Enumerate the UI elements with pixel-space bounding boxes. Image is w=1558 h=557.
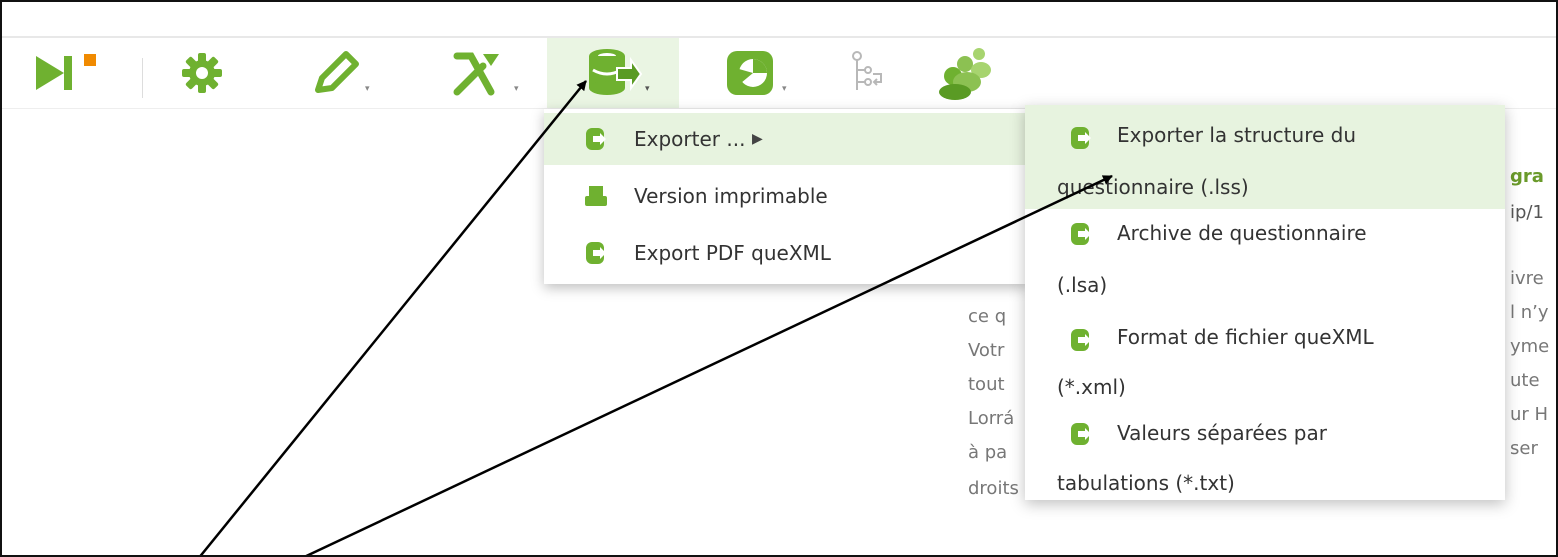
chevron-down-icon: ▾ — [645, 84, 650, 94]
menu-item-version-imprimable[interactable]: Version imprimable — [544, 170, 1028, 222]
page-heading-fragment: gra — [1510, 166, 1544, 187]
database-export-icon — [1071, 127, 1091, 149]
page-text-line: Lorrá — [968, 408, 1015, 429]
chevron-down-icon: ▾ — [514, 84, 519, 94]
database-export-icon — [1071, 223, 1091, 245]
submenu-item-archive-lsa[interactable]: Archive de questionnaire (.lsa) — [1025, 209, 1505, 305]
submenu-item-export-structure-lss[interactable]: Exporter la structure du questionnaire (… — [1025, 105, 1505, 209]
page-text-fragment: l n’y — [1510, 302, 1549, 323]
tools-icon — [453, 52, 499, 96]
submenu-arrow-icon: ▶ — [752, 131, 763, 147]
submenu-item-label: tabulations (*.txt) — [1057, 471, 1235, 495]
annotation-arrow — [199, 80, 587, 555]
preview-survey-button[interactable] — [24, 38, 124, 108]
edit-button[interactable]: ▾ — [287, 38, 387, 108]
submenu-item-tab-separated-values[interactable]: Valeurs séparées par tabulations (*.txt) — [1025, 409, 1505, 500]
gear-icon — [182, 53, 222, 93]
printer-icon — [585, 186, 607, 206]
toolbar-separator — [142, 58, 143, 98]
database-export-icon — [586, 128, 606, 150]
submenu-item-quexml-format[interactable]: Format de fichier queXML (*.xml) — [1025, 309, 1505, 405]
submenu-item-label: questionnaire (.lss) — [1057, 175, 1249, 199]
submenu-item-label: Format de fichier queXML — [1117, 325, 1374, 349]
chart-icon — [727, 51, 773, 95]
menu-item-label: Export PDF queXML — [634, 241, 831, 265]
chevron-down-icon: ▾ — [782, 84, 787, 94]
submenu-item-label: (*.xml) — [1057, 375, 1126, 399]
settings-button[interactable] — [167, 38, 237, 108]
page-text-fragment: ip/1 — [1510, 202, 1544, 223]
page-text-line: à pa — [968, 442, 1008, 463]
submenu-item-label: Valeurs séparées par — [1117, 421, 1327, 445]
page-text-fragment: ser — [1510, 438, 1538, 459]
participants-button[interactable] — [922, 38, 1012, 108]
page-text-line: tout — [968, 374, 1005, 395]
page-text-line: ce q — [968, 306, 1007, 327]
page-text-fragment: ivre — [1510, 268, 1544, 289]
page-text-line: Votr — [968, 340, 1005, 361]
pencil-icon — [315, 51, 359, 93]
people-icon — [939, 48, 991, 100]
database-export-icon — [586, 242, 606, 264]
display-export-menu: Exporter ... ▶ Version imprimable Export… — [544, 109, 1028, 284]
tree-icon — [852, 51, 882, 90]
menu-item-label: Version imprimable — [634, 184, 828, 208]
page-text-fragment: yme — [1510, 336, 1550, 357]
database-export-icon — [1071, 329, 1091, 351]
export-submenu: Exporter la structure du questionnaire (… — [1025, 105, 1505, 500]
database-export-icon — [589, 49, 643, 95]
submenu-item-label: Exporter la structure du — [1117, 123, 1357, 147]
survey-toolbar: ▾ ▾ ▾ ▾ — [2, 38, 1556, 109]
page-text-fragment: ute — [1510, 370, 1540, 391]
responses-button[interactable]: ▾ — [702, 38, 802, 108]
chevron-down-icon: ▾ — [365, 84, 370, 94]
submenu-item-label: Archive de questionnaire — [1117, 221, 1367, 245]
screenshot-frame: ▾ ▾ ▾ ▾ ce q Votr tout Lorrá à pa droits… — [0, 0, 1558, 557]
page-text-fragment: ur H — [1510, 404, 1549, 425]
display-export-button[interactable]: ▾ — [547, 38, 679, 108]
menu-item-exporter[interactable]: Exporter ... ▶ — [544, 113, 1028, 165]
logic-button[interactable] — [837, 38, 897, 108]
database-export-icon — [1071, 423, 1091, 445]
menu-item-label: Exporter ... — [634, 127, 746, 151]
submenu-item-label: (.lsa) — [1057, 273, 1108, 297]
tools-button[interactable]: ▾ — [422, 38, 532, 108]
menu-item-export-pdf-quexml[interactable]: Export PDF queXML — [544, 227, 1028, 279]
play-stop-icon — [36, 54, 96, 90]
